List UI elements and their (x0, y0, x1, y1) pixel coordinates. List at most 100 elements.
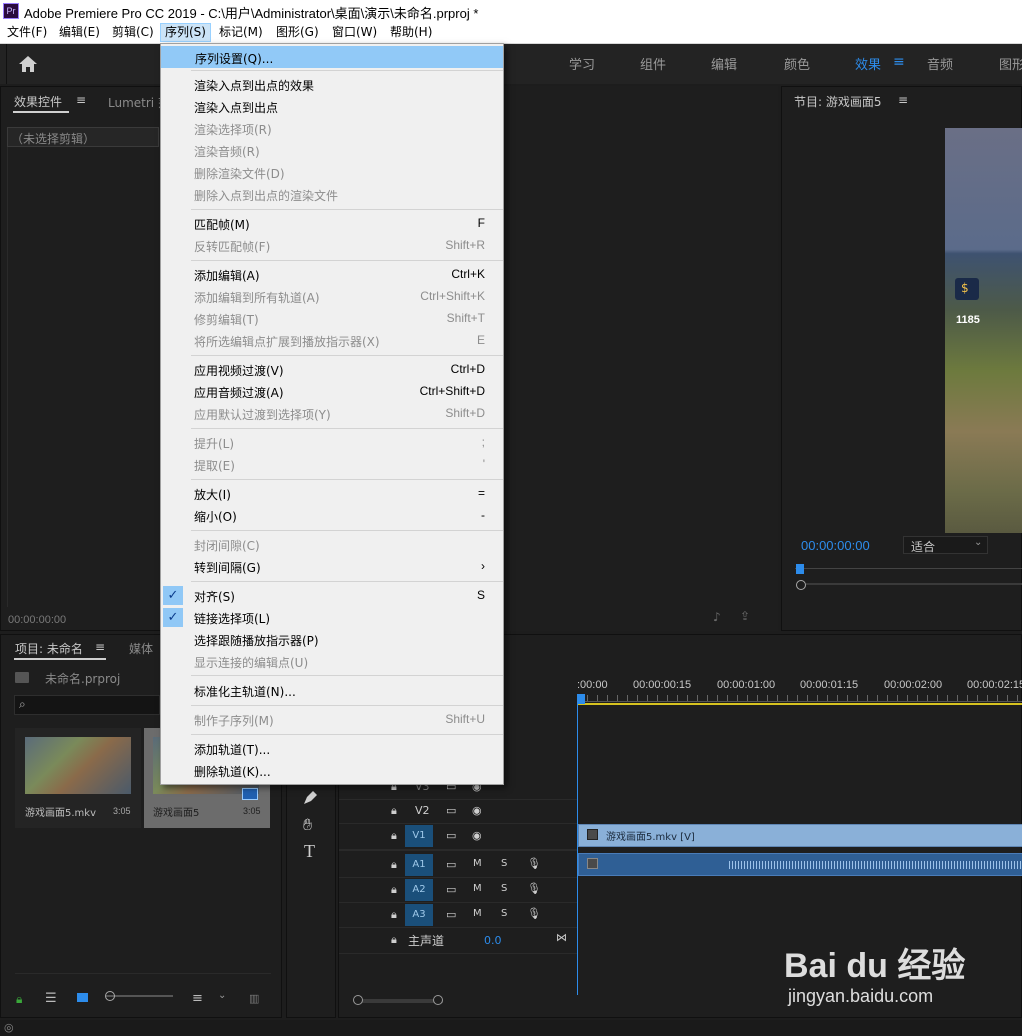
lock-icon[interactable]: 🔒︎ (391, 858, 397, 872)
track-label[interactable]: V1 (405, 825, 433, 847)
menu-separator (191, 479, 503, 480)
menu-item[interactable]: 添加轨道(T)... (161, 738, 503, 760)
menu-item[interactable]: 转到间隔(G) › (161, 556, 503, 578)
workspace-learn[interactable]: 学习 (569, 54, 595, 73)
workspace-audio[interactable]: 音频 (927, 54, 953, 73)
video-frame[interactable]: $ 1185 (945, 128, 1022, 533)
menu-item[interactable]: 序列设置(Q)... (161, 46, 503, 68)
menu-clip[interactable]: 剪辑(C) (108, 24, 158, 41)
master-volume[interactable]: 0.0 (484, 934, 502, 947)
menu-file[interactable]: 文件(F) (3, 24, 51, 41)
solo-button[interactable]: S (501, 883, 507, 894)
fit-dropdown[interactable]: 适合 ⌄ (903, 536, 988, 554)
workspace-bar: 学习 组件 编辑 颜色 效果 ≡ 音频 图形 (0, 44, 1022, 84)
solo-button[interactable]: S (501, 908, 507, 919)
panel-menu-icon[interactable]: ≡ (95, 640, 105, 654)
mute-button[interactable]: M (473, 908, 482, 919)
time-ruler[interactable]: :00:00 00:00:00:15 00:00:01:00 00:00:01:… (577, 675, 1022, 705)
workspace-assembly[interactable]: 组件 (640, 54, 666, 73)
timeline-clip-a1[interactable] (578, 853, 1022, 876)
sync-icon[interactable]: ▭ (446, 858, 456, 871)
zoom-handle[interactable] (796, 580, 806, 590)
track-label[interactable]: A3 (405, 904, 433, 926)
menu-item-label: 提升(L) (194, 437, 235, 451)
go-to-edit-icon[interactable]: ⋈ (556, 931, 567, 944)
sync-icon[interactable]: ▭ (446, 908, 456, 921)
menu-item: 将所选编辑点扩展到播放指示器(X) E (161, 330, 503, 352)
icon-view-icon[interactable] (77, 993, 88, 1002)
menu-help[interactable]: 帮助(H) (386, 24, 436, 41)
menu-item[interactable]: 缩小(O) - (161, 505, 503, 527)
timeline-playhead-head[interactable] (577, 694, 585, 704)
lock-icon[interactable]: 🔒︎ (391, 908, 397, 922)
zoom-slider[interactable] (106, 995, 173, 997)
menu-item[interactable]: 渲染入点到出点的效果 (161, 74, 503, 96)
tab-media-browser[interactable]: 媒体 (129, 640, 153, 657)
home-icon[interactable] (18, 55, 38, 73)
workspace-graphics[interactable]: 图形 (999, 54, 1022, 73)
workspace-editing[interactable]: 编辑 (711, 54, 737, 73)
workspace-color[interactable]: 颜色 (784, 54, 810, 73)
chevron-down-icon[interactable]: ⌄ (218, 990, 226, 1001)
menu-item[interactable]: 标准化主轨道(N)... (161, 680, 503, 702)
project-clip-1[interactable]: 游戏画面5.mkv 3:05 (15, 728, 141, 828)
menu-item[interactable]: 应用音频过渡(A) Ctrl+Shift+D (161, 381, 503, 403)
menu-graphics[interactable]: 图形(G) (272, 24, 323, 41)
track-label[interactable]: A2 (405, 879, 433, 901)
lock-icon[interactable]: 🔒︎ (391, 829, 397, 843)
sort-icon[interactable]: ≡ (192, 991, 203, 1006)
microphone-icon[interactable]: 🎙︎ (527, 882, 541, 895)
lock-icon[interactable]: 🔒︎ (391, 804, 397, 818)
menu-item-shortcut: Ctrl+Shift+K (420, 289, 485, 303)
audio-scrub-icon[interactable]: ♪ (713, 610, 721, 624)
sync-icon[interactable]: ▭ (446, 883, 456, 896)
menu-item[interactable]: 渲染入点到出点 (161, 96, 503, 118)
menu-item[interactable]: 删除轨道(K)... (161, 760, 503, 782)
lock-icon[interactable]: 🔒︎ (16, 992, 22, 1007)
menu-edit[interactable]: 编辑(E) (55, 24, 104, 41)
pen-tool-icon[interactable] (301, 789, 319, 807)
tab-project[interactable]: 项目: 未命名 (15, 640, 83, 657)
track-label[interactable]: A1 (405, 854, 433, 876)
export-frame-icon[interactable]: ⇪ (740, 609, 750, 623)
tab-effect-controls[interactable]: 效果控件 (14, 93, 62, 110)
workspace-effects[interactable]: 效果 (855, 54, 881, 73)
lock-icon[interactable]: 🔒︎ (391, 933, 397, 947)
sync-icon[interactable]: ▭ (446, 829, 456, 842)
solo-button[interactable]: S (501, 858, 507, 869)
menu-item[interactable]: 应用视频过渡(V) Ctrl+D (161, 359, 503, 381)
playhead-marker[interactable] (796, 564, 804, 574)
mute-button[interactable]: M (473, 858, 482, 869)
storyboard-icon[interactable]: ▥ (249, 992, 259, 1005)
panel-menu-icon[interactable]: ≡ (76, 93, 86, 107)
menu-item[interactable]: 选择跟随播放指示器(P) (161, 629, 503, 651)
menu-item[interactable]: 放大(I) = (161, 483, 503, 505)
panel-menu-icon[interactable]: ≡ (898, 93, 908, 107)
lock-icon[interactable]: 🔒︎ (391, 883, 397, 897)
menu-window[interactable]: 窗口(W) (328, 24, 381, 41)
menu-sequence[interactable]: 序列(S) (160, 23, 211, 42)
hand-tool-icon[interactable]: ✋︎ (303, 815, 312, 835)
menu-item[interactable]: ✓ 对齐(S) S (161, 585, 503, 607)
creative-cloud-icon[interactable]: ◎ (4, 1021, 14, 1034)
menu-item[interactable]: ✓ 链接选择项(L) (161, 607, 503, 629)
search-input[interactable]: ⌕ (14, 695, 160, 715)
microphone-icon[interactable]: 🎙︎ (527, 857, 541, 870)
work-area-bar[interactable] (577, 703, 1022, 705)
sync-icon[interactable]: ▭ (446, 804, 456, 817)
track-label[interactable]: V2 (415, 804, 430, 817)
timeline-clip-v1[interactable]: 游戏画面5.mkv [V] (578, 824, 1022, 847)
type-tool-icon[interactable]: T (304, 841, 315, 862)
menu-item[interactable]: 添加编辑(A) Ctrl+K (161, 264, 503, 286)
program-timecode[interactable]: 00:00:00:00 (801, 538, 870, 553)
workspace-menu-icon[interactable]: ≡ (893, 54, 905, 70)
microphone-icon[interactable]: 🎙︎ (527, 907, 541, 920)
list-view-icon[interactable]: ☰ (45, 991, 57, 1006)
menu-marker[interactable]: 标记(M) (215, 24, 267, 41)
eye-icon[interactable]: ◉ (472, 804, 482, 817)
eye-icon[interactable]: ◉ (472, 829, 482, 842)
mute-button[interactable]: M (473, 883, 482, 894)
program-ruler[interactable] (795, 568, 1022, 581)
timeline-zoom-scrollbar[interactable] (357, 999, 443, 1003)
menu-item[interactable]: 匹配帧(M) F (161, 213, 503, 235)
